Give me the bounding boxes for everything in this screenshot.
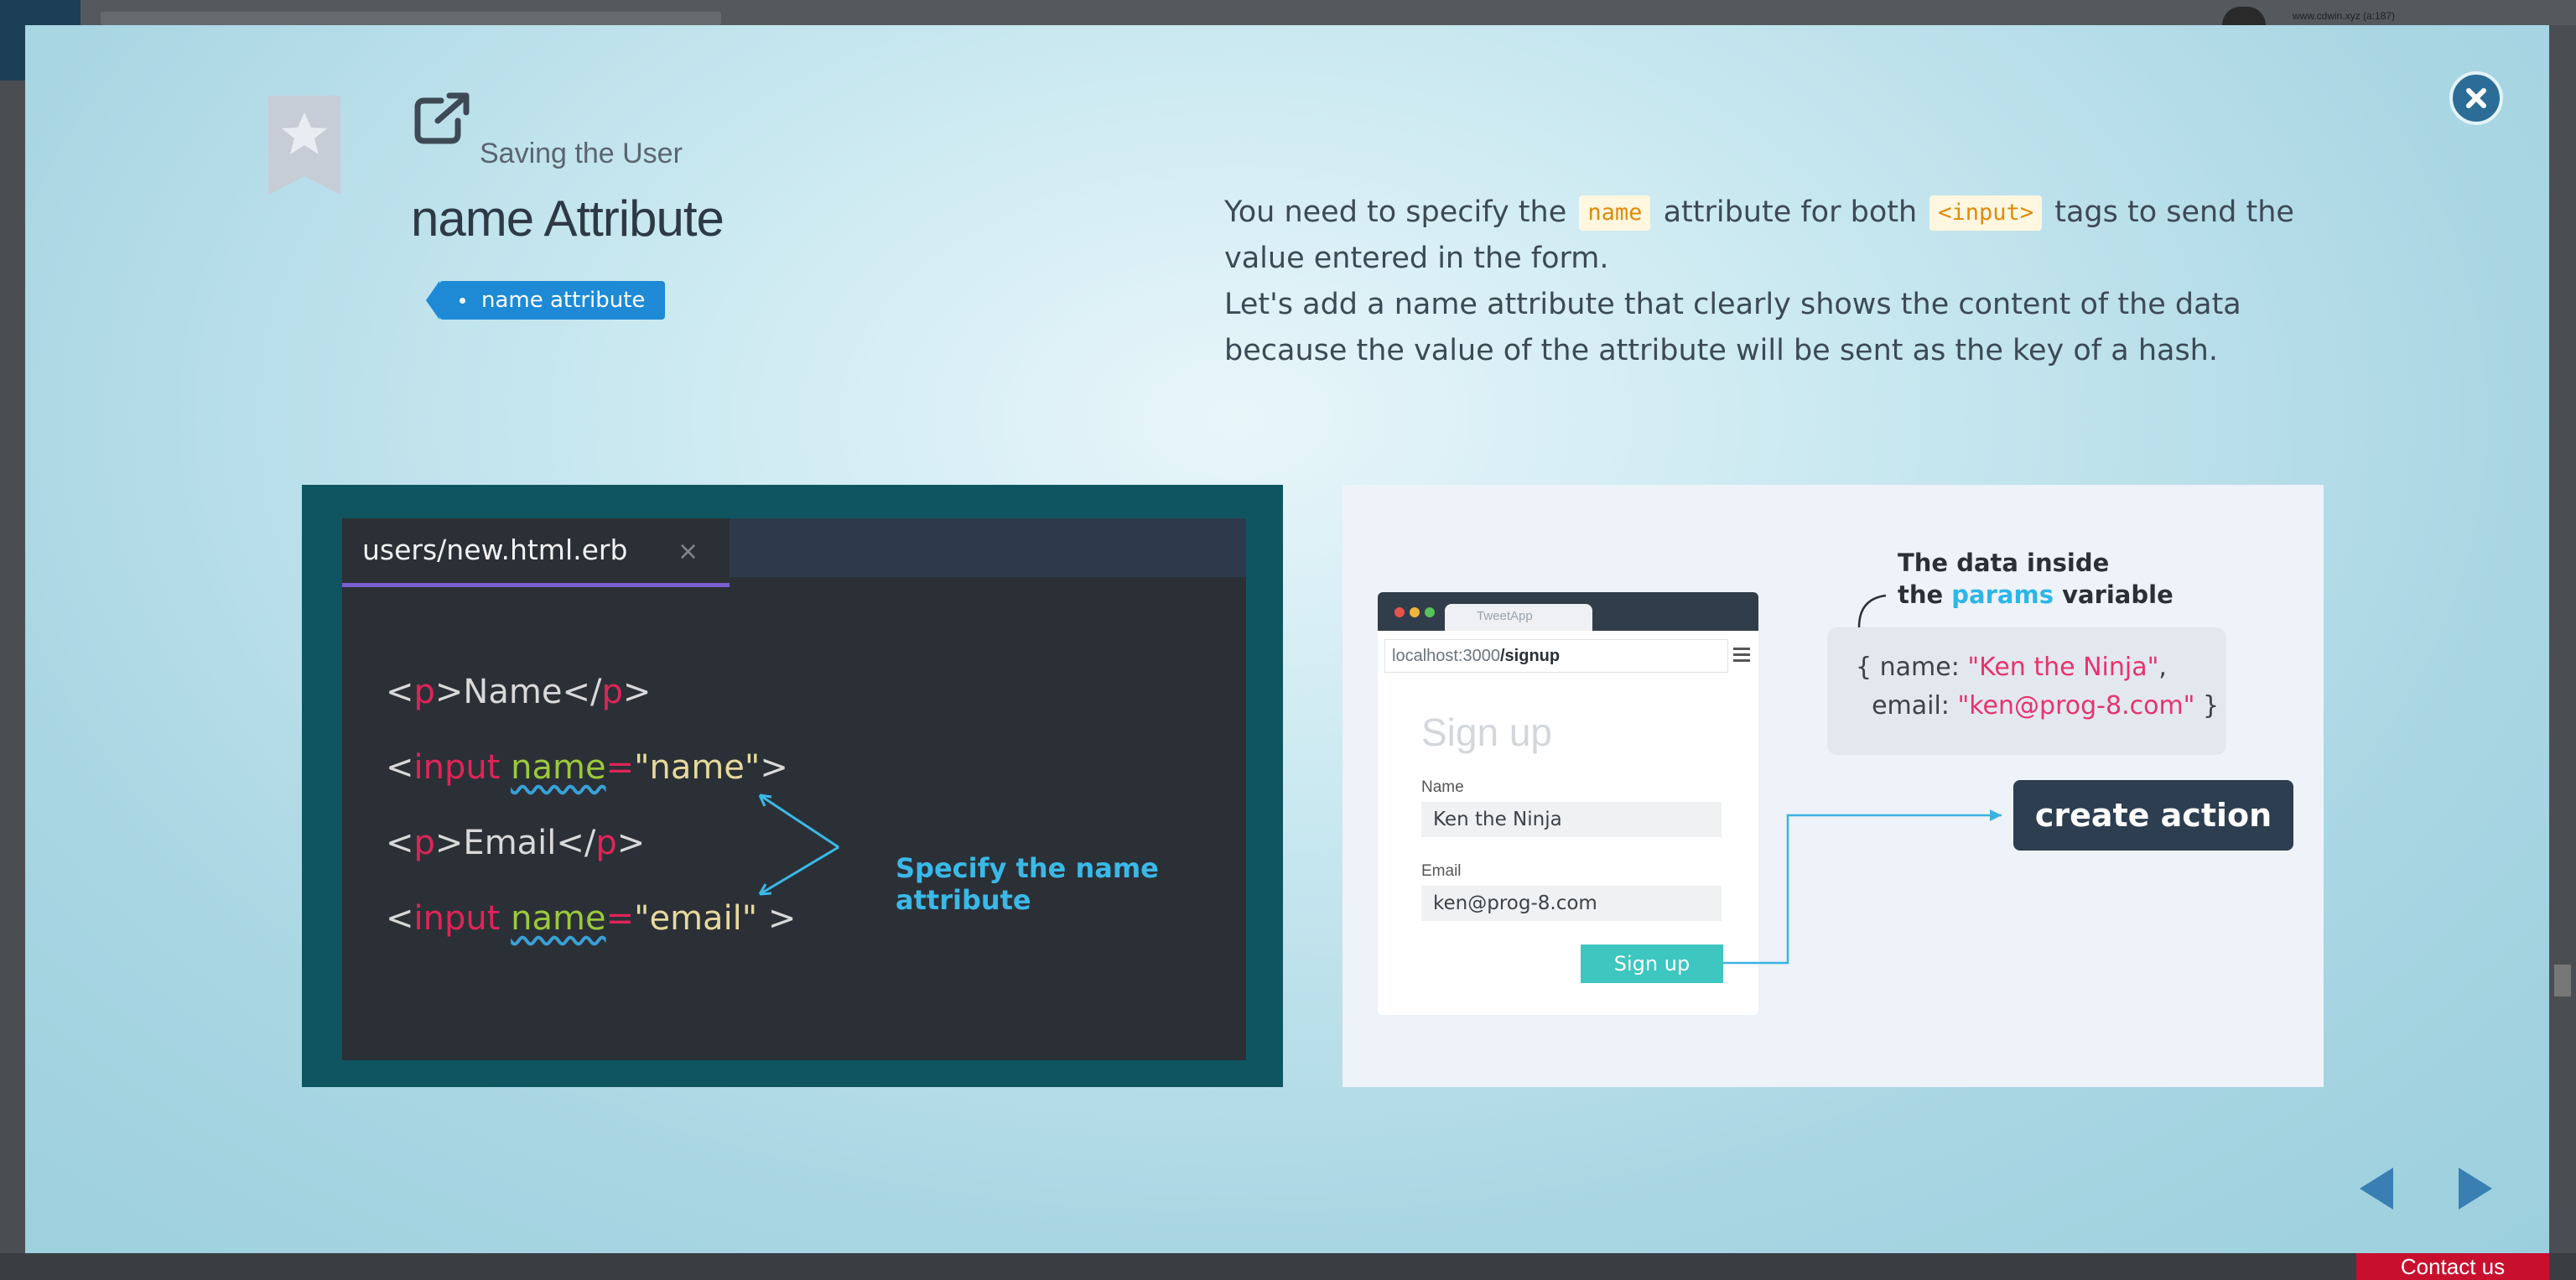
tag-dot-icon (460, 298, 465, 304)
code-editor: users/new.html.erb × <p>Name</p> <input … (342, 518, 1246, 1060)
background-footer (0, 1253, 2576, 1280)
params-caption-the: the (1898, 580, 1944, 609)
inline-code-name: name (1579, 195, 1651, 231)
params-caption-line1: The data inside (1898, 549, 2110, 577)
hash-value: "Ken the Ninja" (1967, 653, 2159, 682)
description-paragraph-2: Let's add a name attribute that clearly … (1224, 288, 2241, 367)
params-diagram: TweetApp localhost:3000/signup Sign up N… (1343, 485, 2324, 1087)
slide-description: You need to specify the name attribute f… (1224, 190, 2314, 374)
hash-key: email: (1856, 691, 1958, 721)
params-keyword: params (1951, 580, 2054, 609)
tag-label: name attribute (481, 288, 646, 313)
hash-key: { name: (1856, 653, 1968, 682)
description-paragraph-1: You need to specify the name attribute f… (1224, 190, 2314, 282)
code-illustration: users/new.html.erb × <p>Name</p> <input … (302, 485, 1283, 1087)
external-link-icon (414, 92, 470, 144)
hash-value: "ken@prog-8.com" (1957, 691, 2195, 721)
background-search-bar (101, 12, 721, 25)
inline-code-input: <input> (1929, 195, 2043, 231)
background-scrollbar[interactable] (2554, 965, 2571, 996)
slide-modal: Saving the User name Attribute name attr… (25, 25, 2549, 1253)
slide-title: name Attribute (411, 190, 724, 247)
next-slide-icon[interactable] (2455, 1166, 2496, 1211)
hash-line-1: { name: "Ken the Ninja", (1856, 653, 2167, 682)
params-hash-box: { name: "Ken the Ninja", email: "ken@pro… (1827, 627, 2226, 755)
hash-punct: } (2194, 691, 2220, 721)
background-url-text: www.cdwin.xyz (a:187) (2293, 10, 2396, 22)
annotation-label: Specify the name attribute (896, 852, 1159, 916)
close-icon (2466, 88, 2486, 108)
params-caption-line2: the params variable (1898, 579, 2174, 611)
hash-punct: , (2158, 653, 2167, 682)
create-action-box: create action (2013, 780, 2293, 851)
previous-slide-icon[interactable] (2356, 1166, 2397, 1211)
hash-line-2: email: "ken@prog-8.com" } (1856, 691, 2219, 721)
annotation-arrows-icon (758, 793, 839, 896)
description-text: You need to specify the (1224, 195, 1567, 229)
description-text: attribute for both (1663, 195, 1918, 229)
params-caption-variable: variable (2062, 580, 2174, 609)
close-button[interactable] (2449, 71, 2503, 125)
lesson-kicker: Saving the User (480, 138, 683, 169)
topic-tag: name attribute (425, 281, 666, 320)
contact-us-button[interactable]: Contact us (2356, 1253, 2549, 1280)
bookmark-icon[interactable] (268, 96, 340, 195)
params-caption: The data inside the params variable (1898, 547, 2174, 611)
